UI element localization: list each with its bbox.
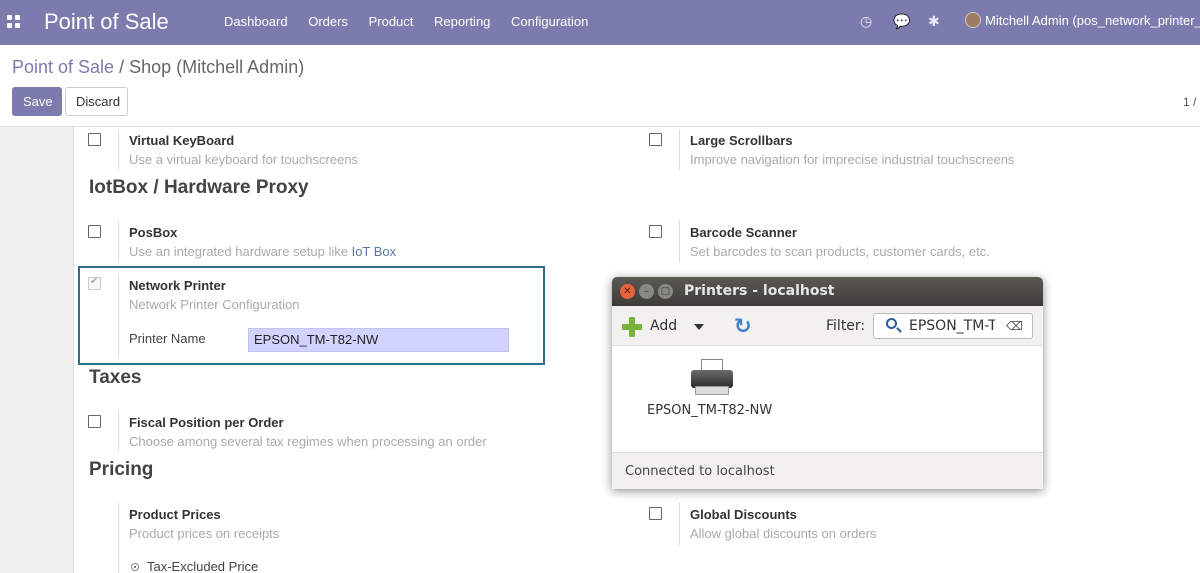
close-icon[interactable]: ✕ [620,284,635,299]
refresh-icon[interactable]: ↻ [734,314,752,338]
network-printer-desc: Network Printer Configuration [129,297,300,312]
filter-input[interactable]: EPSON_TM-T82-NW ⌫ [873,313,1033,339]
menu-orders[interactable]: Orders [308,14,348,29]
printer-list: EPSON_TM-T82-NW [612,347,1043,452]
virtual-keyboard-desc: Use a virtual keyboard for touchscreens [129,152,359,167]
section-iotbox-heading: IotBox / Hardware Proxy [89,177,309,198]
divider [118,130,119,170]
bug-icon[interactable]: ✱ [928,13,940,30]
virtual-keyboard-title: Virtual KeyBoard [129,133,235,148]
avatar [965,12,981,28]
section-taxes-heading: Taxes [89,367,142,388]
save-button[interactable]: Save [12,87,62,116]
barcode-scanner-checkbox[interactable] [649,225,662,238]
minimize-icon[interactable]: – [639,284,654,299]
add-button[interactable]: Add [650,318,677,334]
menu-dashboard[interactable]: Dashboard [224,14,288,29]
large-scrollbars-desc: Improve navigation for imprecise industr… [690,152,1015,167]
chat-bubbles-icon[interactable]: 💬 [893,13,910,30]
activity-clock-icon[interactable]: ◷ [860,13,872,30]
barcode-scanner-desc: Set barcodes to scan products, customer … [690,244,990,259]
filter-label: Filter: [826,318,866,334]
network-printer-title: Network Printer [129,278,226,293]
global-discounts-desc: Allow global discounts on orders [690,526,877,541]
divider [679,220,680,262]
section-pricing-heading: Pricing [89,459,154,480]
product-prices-desc: Product prices on receipts [129,526,280,541]
posbox-desc-text: Use an integrated hardware setup like [129,244,348,259]
pager: 1 / [1183,95,1197,109]
large-scrollbars-title: Large Scrollbars [690,133,793,148]
menu-product[interactable]: Product [369,14,414,29]
dialog-titlebar[interactable]: ✕ – □ Printers - localhost [612,277,1043,306]
user-name: Mitchell Admin (pos_network_printer_ [985,13,1200,28]
posbox-title: PosBox [129,225,178,240]
breadcrumb: Point of Sale / Shop (Mitchell Admin) [12,57,304,78]
dialog-title: Printers - localhost [684,283,835,299]
connection-status: Connected to localhost [625,464,775,479]
tax-excluded-radio[interactable] [131,563,139,571]
virtual-keyboard-checkbox[interactable] [88,133,101,146]
breadcrumb-separator: / [119,57,125,77]
global-discounts-checkbox[interactable] [649,507,662,520]
menu-configuration[interactable]: Configuration [511,14,588,29]
app-title[interactable]: Point of Sale [44,9,169,35]
user-menu[interactable]: Mitchell Admin (pos_network_printer_ [965,12,1200,28]
network-printer-checkbox[interactable] [88,276,101,290]
breadcrumb-current: Shop (Mitchell Admin) [129,57,305,77]
fiscal-position-desc: Choose among several tax regimes when pr… [129,434,487,449]
dialog-statusbar: Connected to localhost [612,452,1043,489]
control-panel: Point of Sale / Shop (Mitchell Admin) Sa… [0,45,1200,127]
divider [118,410,119,452]
product-prices-title: Product Prices [129,507,221,522]
divider [679,503,680,545]
posbox-desc: Use an integrated hardware setup like Io… [129,244,396,259]
top-navbar: Point of Sale Dashboard Orders Product R… [0,0,1200,45]
fiscal-position-checkbox[interactable] [88,415,101,428]
divider [118,220,119,262]
add-plus-icon[interactable] [622,317,642,337]
divider [118,274,119,358]
chevron-down-icon[interactable] [694,324,704,330]
barcode-scanner-title: Barcode Scanner [690,225,797,240]
divider [118,503,119,573]
printer-icon[interactable] [689,359,737,397]
dialog-toolbar: Add ↻ Filter: EPSON_TM-T82-NW ⌫ [612,306,1043,346]
filter-value: EPSON_TM-T82-NW [909,318,995,334]
breadcrumb-parent[interactable]: Point of Sale [12,57,114,77]
global-discounts-title: Global Discounts [690,507,797,522]
discard-button[interactable]: Discard [65,87,128,116]
clear-icon[interactable]: ⌫ [1006,319,1023,333]
divider [679,130,680,170]
apps-menu-icon[interactable] [7,15,21,29]
tax-excluded-label: Tax-Excluded Price [147,559,259,573]
printer-name-input[interactable]: EPSON_TM-T82-NW [248,328,509,352]
posbox-checkbox[interactable] [88,225,101,238]
large-scrollbars-checkbox[interactable] [649,133,662,146]
menu-reporting[interactable]: Reporting [434,14,490,29]
printer-item-label[interactable]: EPSON_TM-T82-NW [647,403,772,418]
fiscal-position-title: Fiscal Position per Order [129,415,284,430]
search-icon [886,318,897,329]
iot-box-link[interactable]: IoT Box [352,244,397,259]
printers-dialog: ✕ – □ Printers - localhost Add ↻ Filter:… [612,277,1043,489]
printer-name-label: Printer Name [129,331,206,346]
maximize-icon[interactable]: □ [658,284,673,299]
main-menu: Dashboard Orders Product Reporting Confi… [224,14,605,29]
